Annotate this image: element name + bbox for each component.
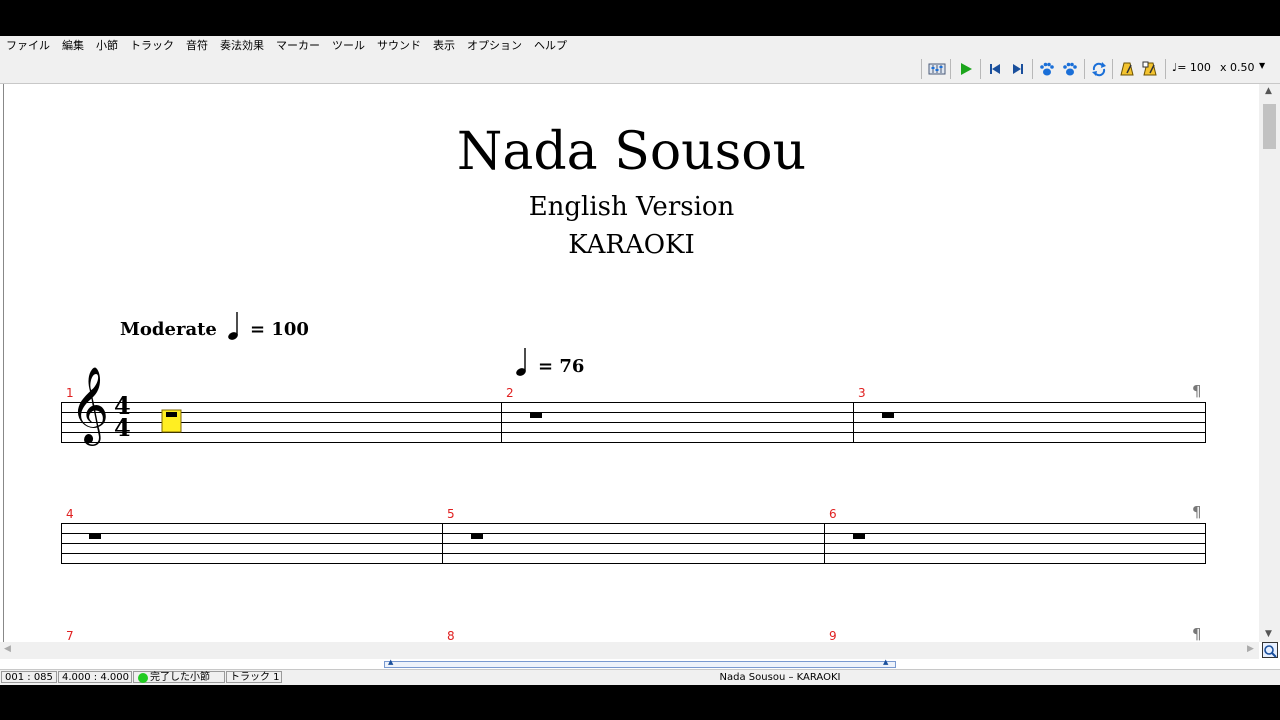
paw-button-1[interactable] — [1036, 58, 1058, 80]
skip-start-button[interactable] — [984, 58, 1006, 80]
metronome-count-icon — [1142, 61, 1157, 76]
status-position: 001 : 085 — [1, 671, 57, 683]
time-signature-bottom: 4 — [114, 413, 131, 442]
treble-clef-icon: 𝄞 — [70, 366, 110, 443]
menu-sound[interactable]: サウンド — [371, 36, 427, 55]
skip-end-icon — [1013, 64, 1023, 74]
measure-number: 4 — [66, 507, 74, 521]
vertical-scroll-thumb[interactable] — [1263, 104, 1276, 149]
toolbar-separator — [921, 59, 922, 79]
metronome-count-button[interactable] — [1139, 58, 1161, 80]
paw-button-2[interactable] — [1059, 58, 1081, 80]
menu-track[interactable]: トラック — [124, 36, 180, 55]
status-bar: 001 : 085 4.000 : 4.000 完了した小節 トラック 1 Na… — [0, 669, 1280, 685]
measure-number: 7 — [66, 629, 74, 642]
score-view[interactable]: Nada Sousou English Version KARAOKI Mode… — [3, 84, 1259, 642]
toolbar-separator — [1165, 59, 1166, 79]
measure-number: 2 — [506, 386, 514, 400]
speed-dropdown[interactable]: x 0.50 — [1220, 61, 1255, 74]
toolbar-separator — [950, 59, 951, 79]
loop-icon — [1092, 62, 1106, 77]
menu-file[interactable]: ファイル — [0, 36, 56, 55]
measure-number: 1 — [66, 386, 74, 400]
measure-number: 3 — [858, 386, 866, 400]
menu-help[interactable]: ヘルプ — [528, 36, 573, 55]
tempo-readout: ♩= 100 — [1172, 61, 1211, 74]
menu-edit[interactable]: 編集 — [56, 36, 90, 55]
loop-button[interactable] — [1088, 58, 1110, 80]
toolbar-separator — [1112, 59, 1113, 79]
menu-view[interactable]: 表示 — [427, 36, 461, 55]
status-completed-label: 完了した小節 — [150, 672, 210, 683]
status-indicator-icon — [138, 673, 148, 683]
play-button[interactable] — [955, 58, 977, 80]
status-time: 4.000 : 4.000 — [58, 671, 132, 683]
toolbar-separator — [1084, 59, 1085, 79]
mixer-icon — [928, 63, 946, 75]
staff-systems — [61, 402, 1206, 564]
app-window: ファイル 編集 小節 トラック 音符 奏法効果 マーカー ツール サウンド 表示… — [0, 36, 1280, 685]
scroll-up-icon[interactable]: ▲ — [1265, 86, 1272, 96]
paw-icon — [1040, 62, 1054, 76]
line-end-mark: ¶ — [1192, 382, 1202, 400]
measure-number: 8 — [447, 629, 455, 642]
menu-bar-measure[interactable]: 小節 — [90, 36, 124, 55]
paw-icon — [1063, 62, 1077, 76]
scroll-right-icon[interactable]: ▶ — [1247, 644, 1254, 654]
menu-note[interactable]: 音符 — [180, 36, 214, 55]
measure-number: 5 — [447, 507, 455, 521]
zoom-button[interactable] — [1262, 642, 1278, 658]
menu-tools[interactable]: ツール — [326, 36, 371, 55]
staff-system-2 — [61, 523, 1206, 564]
toolbar-separator — [980, 59, 981, 79]
scroll-down-icon[interactable]: ▼ — [1265, 629, 1272, 639]
scroller-right-icon[interactable]: ▲ — [883, 658, 888, 666]
scroll-left-icon[interactable]: ◀ — [4, 644, 11, 654]
metronome-button[interactable] — [1116, 58, 1138, 80]
toolbar: ♩= 100 x 0.50 ▼ — [0, 55, 1280, 84]
status-completed: 完了した小節 — [133, 671, 225, 683]
menu-bar: ファイル 編集 小節 トラック 音符 奏法効果 マーカー ツール サウンド 表示… — [0, 36, 1280, 55]
line-end-mark: ¶ — [1192, 503, 1202, 521]
magnifier-icon — [1264, 645, 1277, 658]
scroller-left-icon[interactable]: ▲ — [388, 658, 393, 666]
vertical-scrollbar[interactable]: ▲ ▼ — [1259, 84, 1280, 642]
menu-marker[interactable]: マーカー — [270, 36, 326, 55]
menu-effects[interactable]: 奏法効果 — [214, 36, 270, 55]
line-end-mark: ¶ — [1192, 625, 1202, 642]
status-track: トラック 1 — [226, 671, 282, 683]
staff-system-1 — [61, 402, 1206, 443]
skip-start-icon — [990, 64, 1000, 74]
chevron-down-icon[interactable]: ▼ — [1259, 61, 1265, 70]
skip-end-button[interactable] — [1007, 58, 1029, 80]
page-scroller[interactable]: ▲ ▲ — [384, 658, 896, 668]
toolbar-separator — [1032, 59, 1033, 79]
measure-number: 6 — [829, 507, 837, 521]
metronome-icon — [1120, 62, 1134, 76]
measure-number: 9 — [829, 629, 837, 642]
menu-options[interactable]: オプション — [461, 36, 528, 55]
status-title: Nada Sousou – KARAOKI — [719, 672, 841, 683]
horizontal-scrollbar[interactable]: ◀ ▶ — [0, 642, 1259, 659]
play-icon — [961, 63, 972, 75]
mixer-button[interactable] — [926, 58, 948, 80]
rest-marks — [89, 412, 894, 539]
